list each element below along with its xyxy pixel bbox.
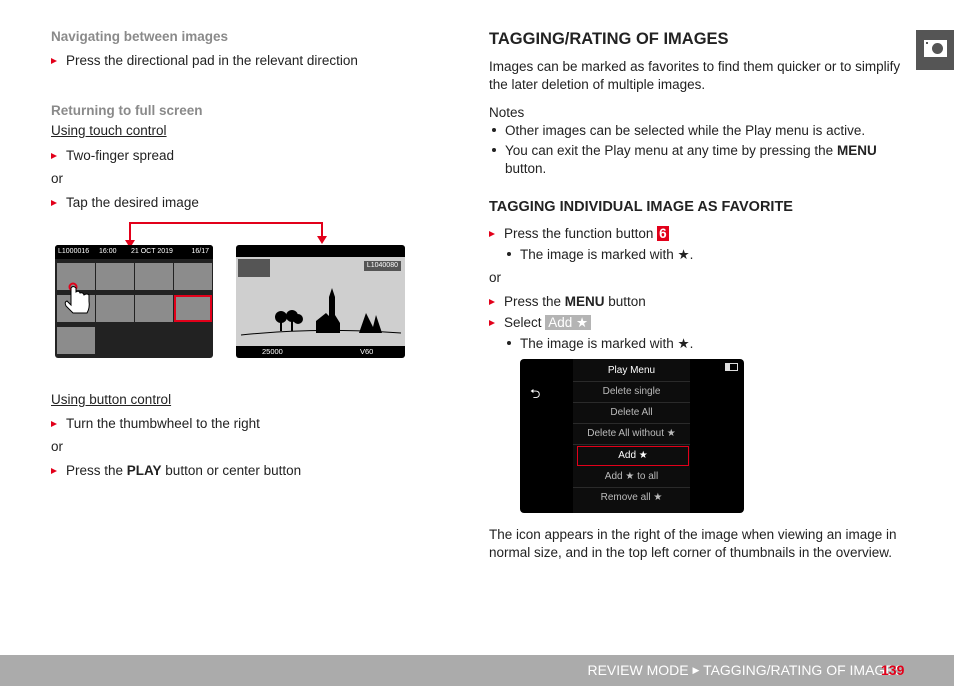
thumbnail[interactable] xyxy=(96,295,134,322)
arrow-bullet-icon xyxy=(51,468,57,474)
breadcrumb: REVIEW MODE ▶ TAGGING/RATING OF IMAGES xyxy=(587,661,904,679)
menu-item-add-star[interactable]: Add ★ xyxy=(577,446,689,466)
step-text: button or center button xyxy=(161,463,302,478)
breadcrumb-separator-icon: ▶ xyxy=(692,665,700,675)
step-3: Select Add ★ xyxy=(489,314,592,332)
footer: REVIEW MODE ▶ TAGGING/RATING OF IMAGES 1… xyxy=(0,655,954,686)
intro-text: Images can be marked as favorites to fin… xyxy=(489,59,901,92)
note-text: You can exit the Play menu at any time b… xyxy=(505,143,837,158)
arrow-bullet-icon xyxy=(489,320,495,326)
bullet-dot xyxy=(507,252,511,256)
file-name: L1040080 xyxy=(366,262,398,269)
menu-item-delete-single[interactable]: Delete single xyxy=(573,382,690,403)
thumbnail-selected[interactable] xyxy=(174,295,212,322)
count: 16/17 xyxy=(191,248,209,255)
or-text: or xyxy=(51,439,64,454)
function-button-badge: 6 xyxy=(657,226,669,241)
landscape-image xyxy=(240,288,402,336)
arrow-bullet-icon xyxy=(489,231,495,237)
menu-item-badge: Add ★ xyxy=(545,315,592,330)
hand-tap-icon xyxy=(64,282,90,314)
arrow-bullet-icon xyxy=(51,421,57,427)
thumbnail[interactable] xyxy=(96,263,134,290)
bullet-dot xyxy=(492,148,496,152)
note-2-cont: button. xyxy=(505,161,547,176)
page-number: 139 xyxy=(881,662,905,678)
menu-item-add-star-to-all[interactable]: Add ★ to all xyxy=(573,467,690,488)
date: 21 OCT 2019 xyxy=(131,248,173,255)
menu-item-remove-all-star[interactable]: Remove all ★ xyxy=(573,488,690,508)
play-key: PLAY xyxy=(126,463,162,478)
bullet-dot xyxy=(507,341,511,345)
or-text: or xyxy=(489,270,502,285)
step-text: Select xyxy=(504,315,546,330)
note-1: Other images can be selected while the P… xyxy=(492,122,865,140)
result-text: The image is marked with ★. xyxy=(520,336,694,351)
full-image-screen: L1040080 25000 V60 xyxy=(236,245,405,358)
note-text: Other images can be selected while the P… xyxy=(505,123,866,138)
result-1: The image is marked with ★. xyxy=(507,246,693,264)
result-2: The image is marked with ★. xyxy=(507,335,693,353)
menu-title: Play Menu xyxy=(573,361,690,382)
thumbnail[interactable] xyxy=(57,327,95,354)
note-2: You can exit the Play menu at any time b… xyxy=(492,142,877,160)
camera-play-icon xyxy=(924,40,947,57)
iso-value: 25000 xyxy=(262,347,283,356)
button-step2: Press the PLAY button or center button xyxy=(51,462,301,480)
back-icon[interactable]: ⮌ xyxy=(530,385,540,407)
step-text: Turn the thumbwheel to the right xyxy=(66,416,260,431)
status-bar xyxy=(236,245,405,257)
step-text: button xyxy=(604,294,646,309)
step-2: Press the MENU button xyxy=(489,293,646,311)
side-tab[interactable] xyxy=(916,30,954,70)
step-text: Press the xyxy=(504,294,565,309)
shutter-value: V60 xyxy=(360,347,374,356)
thumbnail[interactable] xyxy=(174,263,212,290)
info-bar: 25000 V60 xyxy=(236,346,405,358)
step-1: Press the function button 6 xyxy=(489,225,669,243)
button-step1: Turn the thumbwheel to the right xyxy=(51,415,260,433)
breadcrumb-topic[interactable]: TAGGING/RATING OF IMAGES xyxy=(703,662,904,678)
thumbnail[interactable] xyxy=(135,263,173,290)
file-name: L1000016 xyxy=(58,248,90,255)
step-text: Press the function button xyxy=(504,226,658,241)
notes-heading: Notes xyxy=(489,105,525,120)
thumbnail-screen: L1000016 16:00 21 OCT 2019 16/17 xyxy=(55,245,213,358)
result-text: The image is marked with ★. xyxy=(520,247,694,262)
battery-icon xyxy=(725,363,738,371)
time: 16:00 xyxy=(99,248,117,255)
menu-key: MENU xyxy=(564,294,605,309)
histogram xyxy=(238,259,270,277)
menu-item-delete-all-without-star[interactable]: Delete All without ★ xyxy=(573,424,690,445)
step-text: Press the xyxy=(66,463,127,478)
menu-item-delete-all[interactable]: Delete All xyxy=(573,403,690,424)
sub-heading: TAGGING INDIVIDUAL IMAGE AS FAVORITE xyxy=(489,199,793,215)
menu-key: MENU xyxy=(836,143,877,158)
thumbnail[interactable] xyxy=(135,295,173,322)
page-title: TAGGING/RATING OF IMAGES xyxy=(489,30,729,48)
outro-text: The icon appears in the right of the ima… xyxy=(489,527,897,560)
file-label: L1040080 xyxy=(363,261,401,271)
arrow-bullet-icon xyxy=(489,299,495,305)
play-menu-screen: ⮌ Play Menu Delete single Delete All Del… xyxy=(520,359,744,513)
bullet-dot xyxy=(492,128,496,132)
status-bar: L1000016 16:00 21 OCT 2019 16/17 xyxy=(55,245,213,259)
button-label: Using button control xyxy=(51,392,172,407)
breadcrumb-section[interactable]: REVIEW MODE xyxy=(587,662,688,678)
